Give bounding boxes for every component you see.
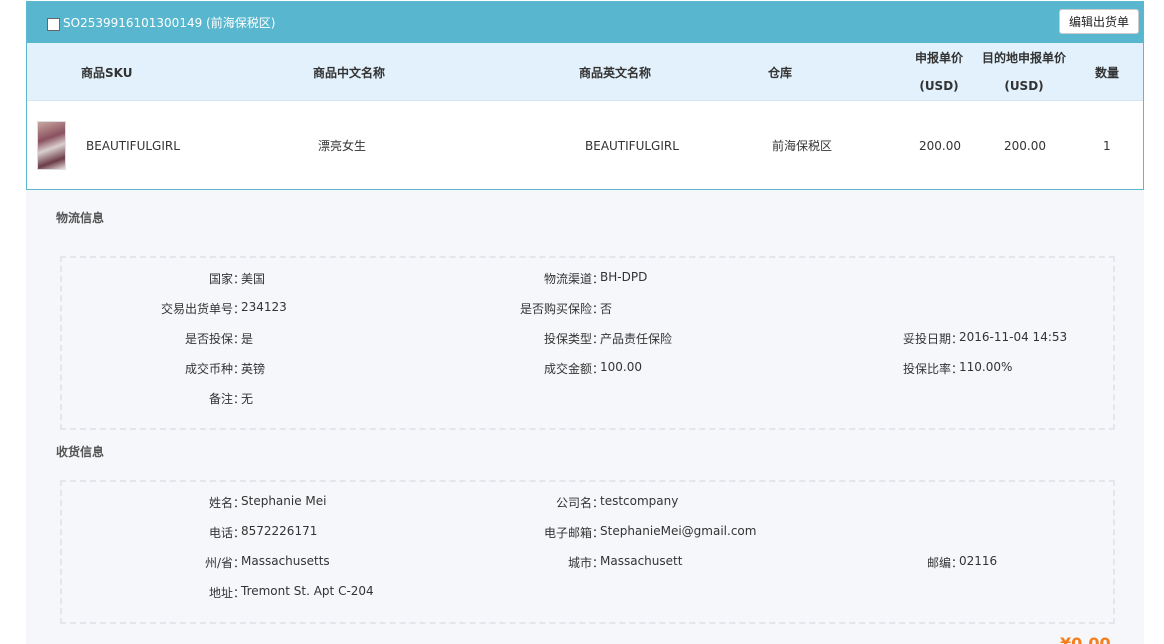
insured-label: 是否投保： [184, 332, 245, 346]
city-label: 城市： [567, 556, 604, 570]
column-header-cn-name: 商品中文名称 [313, 65, 386, 80]
buy-insurance-label: 是否购买保险： [519, 302, 604, 316]
country-value: 美国 [241, 272, 266, 286]
insure-type-label: 投保类型： [543, 332, 604, 346]
table-row: BEAUTIFULGIRL 漂亮女生 BEAUTIFULGIRL 前海保税区 2… [27, 101, 1143, 190]
column-header-qty: 数量 [1095, 65, 1120, 80]
order-select-checkbox[interactable] [47, 18, 60, 31]
country-label: 国家： [208, 272, 245, 286]
amount-value: 100.00 [600, 360, 642, 374]
note-value: 无 [241, 392, 254, 406]
state-value: Massachusetts [241, 554, 330, 568]
phone-value: 8572226171 [241, 524, 318, 538]
column-header-declare-price-line1: 申报单价 [914, 51, 963, 65]
product-warehouse: 前海保税区 [772, 139, 833, 153]
address-label: 地址： [208, 586, 245, 600]
trade-no-value: 234123 [241, 300, 287, 314]
receiver-section-title: 收货信息 [56, 445, 105, 459]
channel-value: BH-DPD [600, 270, 648, 284]
company-value: testcompany [600, 494, 679, 508]
receiver-info-box: 姓名： Stephanie Mei 公司名： testcompany 电话： 8… [60, 480, 1115, 624]
phone-label: 电话： [208, 526, 245, 540]
order-panel: SO2539916101300149 (前海保税区) 编辑出货单 商品SKU 商… [26, 1, 1144, 190]
currency-value: 英镑 [241, 362, 266, 376]
order-total: ¥0.00 [1060, 634, 1111, 644]
logistics-section-title: 物流信息 [56, 211, 105, 225]
product-cn-name: 漂亮女生 [318, 139, 367, 153]
address-value: Tremont St. Apt C-204 [241, 584, 374, 598]
buy-insurance-value: 否 [600, 302, 613, 316]
zip-value: 02116 [959, 554, 998, 568]
column-header-declare-price-line2: (USD) [919, 79, 959, 93]
amount-label: 成交金额： [543, 362, 604, 376]
name-label: 姓名： [208, 496, 245, 510]
insured-value: 是 [241, 332, 254, 346]
product-thumbnail[interactable] [37, 121, 66, 170]
email-value: StephanieMei@gmail.com [600, 524, 757, 538]
logistics-info-box: 国家： 美国 物流渠道： BH-DPD 交易出货单号： 234123 是否购买保… [60, 256, 1115, 430]
column-header-dest-price-line2: (USD) [1004, 79, 1044, 93]
order-header: SO2539916101300149 (前海保税区) 编辑出货单 [27, 2, 1143, 43]
insure-type-value: 产品责任保险 [600, 332, 673, 346]
product-declare-price: 200.00 [919, 138, 961, 153]
product-dest-price: 200.00 [1004, 138, 1046, 153]
column-header-en-name: 商品英文名称 [579, 65, 652, 80]
product-en-name: BEAUTIFULGIRL [585, 138, 679, 153]
ratio-value: 110.00% [959, 360, 1013, 374]
company-label: 公司名： [555, 496, 604, 510]
column-header-declare-price: 申报单价 (USD) [903, 43, 975, 101]
state-label: 州/省： [204, 556, 245, 570]
product-sku: BEAUTIFULGIRL [86, 138, 180, 153]
note-label: 备注： [208, 392, 245, 406]
product-table-header: 商品SKU 商品中文名称 商品英文名称 仓库 申报单价 (USD) 目的地申报单… [27, 43, 1143, 101]
insure-date-label: 妥投日期： [902, 332, 963, 346]
ratio-label: 投保比率： [902, 362, 963, 376]
column-header-sku: 商品SKU [81, 65, 133, 80]
column-header-dest-price: 目的地申报单价 (USD) [975, 43, 1073, 101]
trade-no-label: 交易出货单号： [160, 302, 245, 316]
order-detail-area: 物流信息 国家： 美国 物流渠道： BH-DPD 交易出货单号： 234123 … [26, 190, 1144, 644]
column-header-warehouse: 仓库 [768, 65, 793, 80]
order-number: SO2539916101300149 (前海保税区) [63, 16, 276, 30]
channel-label: 物流渠道： [543, 272, 604, 286]
insure-date-value: 2016-11-04 14:53 [959, 330, 1068, 344]
zip-label: 邮编： [926, 556, 963, 570]
email-label: 电子邮箱： [543, 526, 604, 540]
column-header-dest-price-line1: 目的地申报单价 [981, 51, 1066, 65]
edit-shipment-button[interactable]: 编辑出货单 [1059, 9, 1139, 34]
city-value: Massachusett [600, 554, 683, 568]
product-qty: 1 [1103, 138, 1111, 153]
name-value: Stephanie Mei [241, 494, 327, 508]
currency-label: 成交币种： [184, 362, 245, 376]
